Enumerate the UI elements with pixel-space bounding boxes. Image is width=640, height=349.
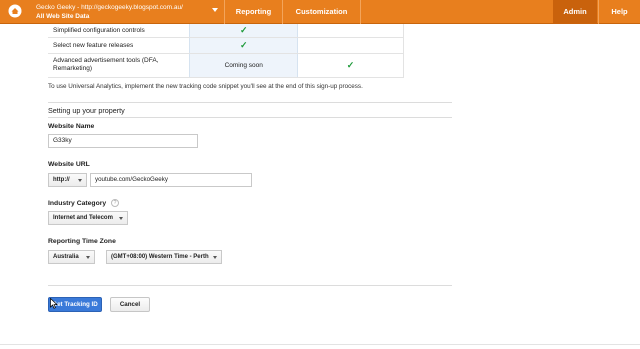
- time-zone-label: Reporting Time Zone: [48, 238, 116, 245]
- industry-category-label: Industry Category: [48, 200, 107, 207]
- time-zone-value: (GMT+08:00) Western Time - Perth: [111, 254, 209, 260]
- section-title: Setting up your property: [48, 106, 125, 115]
- chevron-down-icon: [78, 179, 82, 182]
- account-name: Gecko Geeky - http://geckogeeky.blogspot…: [36, 4, 183, 11]
- divider: [48, 102, 452, 103]
- industry-value: Internet and Telecom: [53, 215, 113, 221]
- checkmark-icon: ✓: [239, 39, 248, 50]
- time-zone-select[interactable]: (GMT+08:00) Western Time - Perth: [106, 250, 222, 264]
- tab-help[interactable]: Help: [599, 0, 640, 24]
- feature-name: Advanced advertisement tools (DFA, Remar…: [48, 53, 190, 78]
- protocol-value: http://: [53, 177, 70, 183]
- feature-name: Select new feature releases: [48, 37, 190, 54]
- table-row: Select new feature releases ✓: [48, 37, 404, 54]
- table-row: Simplified configuration controls ✓: [48, 24, 404, 38]
- feature-name: Simplified configuration controls: [48, 24, 190, 38]
- mouse-pointer-icon: [50, 298, 58, 309]
- divider: [48, 117, 452, 118]
- divider: [48, 285, 452, 286]
- website-url-label: Website URL: [48, 161, 90, 168]
- universal-analytics-note: To use Universal Analytics, implement th…: [48, 83, 363, 90]
- cancel-button[interactable]: Cancel: [110, 297, 150, 312]
- divider: [0, 344, 640, 345]
- table-row: Advanced advertisement tools (DFA, Remar…: [48, 53, 404, 78]
- universal-cell: [297, 37, 404, 54]
- protocol-select[interactable]: http://: [48, 173, 87, 187]
- country-select[interactable]: Australia: [48, 250, 95, 264]
- classic-cell: Coming soon: [189, 53, 299, 78]
- tab-customization[interactable]: Customization: [283, 0, 360, 24]
- industry-category-select[interactable]: Internet and Telecom: [48, 211, 128, 225]
- nav-divider: [360, 0, 361, 24]
- website-name-input[interactable]: G33ky: [48, 134, 198, 148]
- country-value: Australia: [53, 254, 79, 260]
- website-name-label: Website Name: [48, 123, 95, 130]
- chevron-down-icon: [119, 217, 123, 220]
- checkmark-icon: ✓: [239, 24, 248, 35]
- tab-admin[interactable]: Admin: [553, 0, 597, 24]
- chevron-down-icon[interactable]: [212, 8, 218, 12]
- classic-cell: ✓: [189, 37, 299, 54]
- universal-cell: [297, 24, 404, 38]
- top-navigation-bar: Gecko Geeky - http://geckogeeky.blogspot…: [0, 0, 640, 24]
- feature-comparison-table: Simplified configuration controls ✓ Sele…: [48, 24, 404, 78]
- tab-reporting[interactable]: Reporting: [225, 0, 282, 24]
- classic-cell: ✓: [189, 24, 299, 38]
- help-icon[interactable]: ?: [111, 199, 119, 207]
- home-icon[interactable]: [8, 4, 22, 18]
- checkmark-icon: ✓: [346, 59, 355, 70]
- chevron-down-icon: [213, 256, 217, 259]
- universal-cell: ✓: [297, 53, 404, 78]
- chevron-down-icon: [86, 256, 90, 259]
- profile-name: All Web Site Data: [36, 13, 90, 20]
- account-selector[interactable]: Gecko Geeky - http://geckogeeky.blogspot…: [36, 3, 183, 21]
- website-url-input[interactable]: youtube.com/GeckoGeeky: [90, 173, 252, 187]
